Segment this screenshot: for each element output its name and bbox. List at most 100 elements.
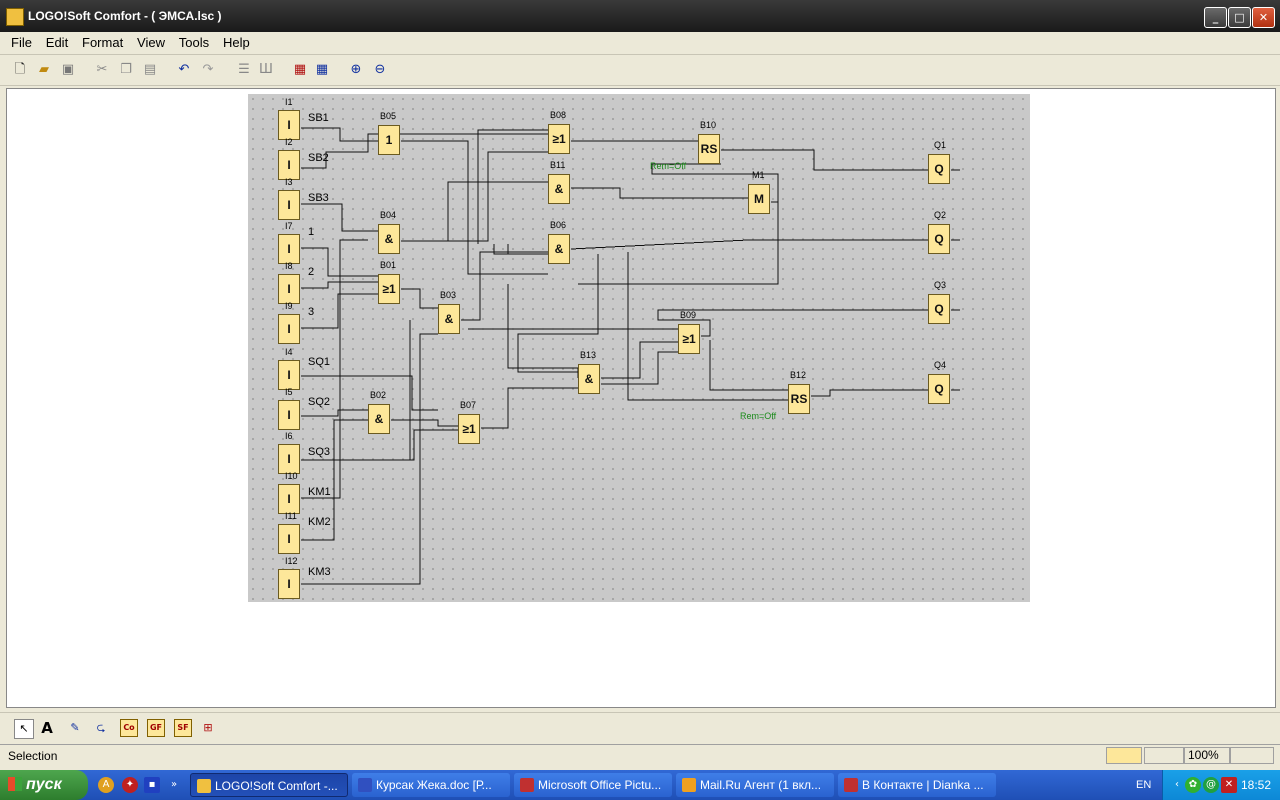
connect-icon[interactable]: ✎ (66, 719, 84, 737)
icq-icon[interactable]: ✿ (1185, 777, 1201, 793)
close-button[interactable]: ✕ (1252, 7, 1275, 28)
copy-icon[interactable]: ❐ (118, 62, 134, 78)
input-block-i6[interactable]: I (278, 444, 300, 474)
input-block-i7[interactable]: I (278, 234, 300, 264)
input-block-i2[interactable]: I (278, 150, 300, 180)
language-indicator[interactable]: EN (1136, 779, 1151, 791)
connection-wires (301, 127, 960, 585)
maximize-button[interactable]: □ (1228, 7, 1251, 28)
task-word[interactable]: Курсак Жека.doc [Р... (352, 773, 510, 797)
block-b08[interactable]: ≥1 (548, 124, 570, 154)
task-label: В Контакте | Dianka ... (862, 778, 984, 792)
tray-app-icon[interactable]: @ (1203, 777, 1219, 793)
system-tray: ‹ ✿ @ ✕ 18:52 (1162, 770, 1280, 800)
input-block-i4[interactable]: I (278, 360, 300, 390)
input-block-i11[interactable]: I (278, 524, 300, 554)
input-block-i9[interactable]: I (278, 314, 300, 344)
output-q1[interactable]: Q (928, 154, 950, 184)
block-id: B02 (370, 390, 387, 400)
align2-icon[interactable]: Ш (258, 62, 274, 78)
input-block-i5[interactable]: I (278, 400, 300, 430)
picture-icon (520, 778, 534, 792)
block-id: B09 (680, 310, 697, 320)
block-b13[interactable]: & (578, 364, 600, 394)
tray-security-icon[interactable]: ✕ (1221, 777, 1237, 793)
menu-view[interactable]: View (132, 32, 170, 50)
menu-tools[interactable]: Tools (174, 32, 214, 50)
opera-icon (844, 778, 858, 792)
task-browser[interactable]: В Контакте | Dianka ... (838, 773, 996, 797)
task-picture-manager[interactable]: Microsoft Office Pictu... (514, 773, 672, 797)
rem-label: Rem=Off (740, 411, 777, 421)
start-button[interactable]: пуск (0, 770, 88, 800)
new-icon[interactable]: 🗋 (12, 62, 28, 78)
block-b06[interactable]: & (548, 234, 570, 264)
cut-connection-icon[interactable]: ⮎ (92, 719, 110, 737)
transfer-icon[interactable]: ▦ (314, 62, 330, 78)
quicklaunch-icon[interactable]: ✦ (122, 777, 138, 793)
input-block-i3[interactable]: I (278, 190, 300, 220)
block-id: B11 (550, 160, 566, 170)
output-q2[interactable]: Q (928, 224, 950, 254)
menu-file[interactable]: File (6, 32, 37, 50)
block-id: M1 (752, 170, 765, 180)
input-tag: 1 (308, 226, 315, 238)
align-icon[interactable]: ☰ (236, 62, 252, 78)
block-b04[interactable]: & (378, 224, 400, 254)
block-id: Q3 (934, 280, 947, 290)
input-tag: KM2 (308, 516, 331, 528)
redo-icon[interactable]: ↷ (200, 62, 216, 78)
open-icon[interactable]: ▰ (36, 62, 52, 78)
task-logosoft[interactable]: LOGO!Soft Comfort -... (190, 773, 348, 797)
network-icon[interactable]: ⊞ (199, 719, 217, 737)
minimize-button[interactable]: _ (1204, 7, 1227, 28)
block-id: B01 (380, 260, 397, 270)
input-block-i10[interactable]: I (278, 484, 300, 514)
input-block-i1[interactable]: I (278, 110, 300, 140)
text-icon[interactable]: A (38, 719, 56, 737)
block-b09[interactable]: ≥1 (678, 324, 700, 354)
task-label: Mail.Ru Агент (1 вкл... (700, 778, 822, 792)
special-functions-tool[interactable]: SF (174, 719, 192, 737)
menu-help[interactable]: Help (218, 32, 255, 50)
block-id: B08 (550, 110, 567, 120)
block-b12[interactable]: RS (788, 384, 810, 414)
block-b11[interactable]: & (548, 174, 570, 204)
menu-edit[interactable]: Edit (41, 32, 73, 50)
input-tag: SB2 (308, 152, 329, 164)
function-block-diagram[interactable]: I1 I SB1 I2 I SB2 I3 I SB3 I7 I 1 I8 I 2… (248, 94, 1030, 602)
undo-icon[interactable]: ↶ (176, 62, 192, 78)
cut-icon[interactable]: ✂ (94, 62, 110, 78)
block-b05[interactable]: 1 (378, 125, 400, 155)
zoom-in-icon[interactable]: ⊕ (348, 62, 364, 78)
output-q3[interactable]: Q (928, 294, 950, 324)
basic-functions-tool[interactable]: GF (147, 719, 165, 737)
constants-tool[interactable]: Co (120, 719, 138, 737)
zoom-out-icon[interactable]: ⊖ (372, 62, 388, 78)
status-bar: Selection 100% (0, 744, 1280, 767)
block-b10[interactable]: RS (698, 134, 720, 164)
block-b03[interactable]: & (438, 304, 460, 334)
input-block-i12[interactable]: I (278, 569, 300, 599)
block-b07[interactable]: ≥1 (458, 414, 480, 444)
paste-icon[interactable]: ▤ (142, 62, 158, 78)
title-bar: LOGO!Soft Comfort - ( ЭМСА.lsc ) _ □ ✕ (0, 0, 1280, 32)
selection-icon[interactable]: ↖ (14, 719, 34, 739)
task-mailru[interactable]: Mail.Ru Агент (1 вкл... (676, 773, 834, 797)
quicklaunch-icon[interactable]: ▪ (144, 777, 160, 793)
block-id: Q4 (934, 360, 947, 370)
quicklaunch-more-icon[interactable]: » (166, 777, 182, 793)
block-b02[interactable]: & (368, 404, 390, 434)
input-block-i8[interactable]: I (278, 274, 300, 304)
input-tag: 2 (308, 266, 315, 278)
menu-format[interactable]: Format (77, 32, 128, 50)
block-b01[interactable]: ≥1 (378, 274, 400, 304)
status-text: Selection (8, 749, 58, 763)
quicklaunch-icon[interactable]: A (98, 777, 114, 793)
output-q4[interactable]: Q (928, 374, 950, 404)
save-icon[interactable]: ▣ (60, 62, 76, 78)
block-m1[interactable]: M (748, 184, 770, 214)
tray-arrow-icon[interactable]: ‹ (1169, 777, 1185, 793)
simulate-icon[interactable]: ▦ (292, 62, 308, 78)
block-id: B03 (440, 290, 457, 300)
